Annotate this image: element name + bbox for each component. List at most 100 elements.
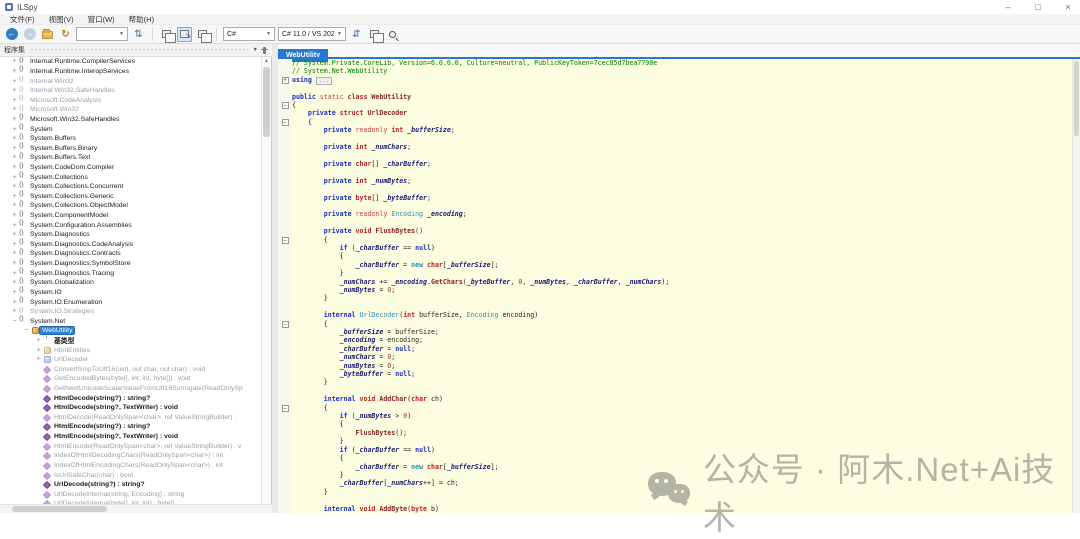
code-vertical-scrollbar[interactable] <box>1072 59 1080 513</box>
tree-item[interactable]: +System.Collections.ObjectModel <box>0 201 262 211</box>
tree-horizontal-scrollbar[interactable] <box>0 504 272 513</box>
scrollbar-thumb[interactable] <box>263 67 270 137</box>
menu-window[interactable]: 窗口(W) <box>81 14 122 25</box>
tree-expander-icon[interactable]: − <box>10 318 19 325</box>
tree-item[interactable]: UrlDecode(string?) : string? <box>0 480 262 490</box>
tree-item[interactable]: +HtmlEntities <box>0 345 262 355</box>
fold-marker-icon[interactable]: − <box>282 102 289 109</box>
tree-item[interactable]: IndexOfHtmlDecodingChars(ReadOnlySpan<ch… <box>0 451 262 461</box>
tree-expander-icon[interactable]: + <box>10 289 19 296</box>
fold-marker-icon[interactable]: − <box>282 405 289 412</box>
tree-item[interactable]: +Internal.Win32 <box>0 76 262 86</box>
fold-marker-icon[interactable]: + <box>282 77 289 84</box>
tree-expander-icon[interactable]: + <box>10 299 19 306</box>
tree-item[interactable]: UrlDecodeInternal(string, Encoding) : st… <box>0 489 262 499</box>
scrollbar-thumb[interactable] <box>1074 61 1079 136</box>
tree-item[interactable]: +System.Diagnostics.Tracing <box>0 268 262 278</box>
tree-expander-icon[interactable]: + <box>10 260 19 267</box>
tree-item[interactable]: IsUrlSafeChar(char) : bool <box>0 470 262 480</box>
tree-vertical-scrollbar[interactable]: ▲ <box>261 57 271 504</box>
tree-expander-icon[interactable]: + <box>10 97 19 104</box>
pin-icon[interactable] <box>263 47 266 54</box>
clone-view-button[interactable] <box>159 27 174 42</box>
tree-expander-icon[interactable]: + <box>10 126 19 133</box>
tree-item[interactable]: +System.IO.Strategies <box>0 307 262 317</box>
tree-item[interactable]: +System.Buffers.Binary <box>0 143 262 153</box>
tree-item[interactable]: +System.Diagnostics.CodeAnalysis <box>0 240 262 250</box>
tree-expander-icon[interactable]: + <box>10 183 19 190</box>
tree-item[interactable]: +System.Configuration.Assemblies <box>0 220 262 230</box>
tree-expander-icon[interactable]: + <box>10 279 19 286</box>
tree-item[interactable]: +UrlDecoder <box>0 355 262 365</box>
panel-menu-icon[interactable]: ▼ <box>253 47 258 53</box>
sort-members-button[interactable]: ⇵ <box>349 27 364 42</box>
sync-with-code-button[interactable]: ↘ <box>177 27 192 42</box>
tree-item[interactable]: HtmlDecode(string?, TextWriter) : void <box>0 403 262 413</box>
tree-expander-icon[interactable]: + <box>10 222 19 229</box>
tree-item[interactable]: HtmlDecode(ReadOnlySpan<char>, ref Value… <box>0 413 262 423</box>
windows-button[interactable] <box>367 27 382 42</box>
tree-expander-icon[interactable]: + <box>10 308 19 315</box>
tree-item[interactable]: −WebUtility <box>0 326 262 336</box>
tree-expander-icon[interactable]: + <box>10 58 19 65</box>
tree-item[interactable]: +System.Diagnostics.SymbolStore <box>0 259 262 269</box>
tree-item[interactable]: +System.Buffers <box>0 134 262 144</box>
tree-item[interactable]: +Microsoft.CodeAnalysis <box>0 95 262 105</box>
tree-item[interactable]: +Microsoft.Win32 <box>0 105 262 115</box>
tree-item[interactable]: −System.Net <box>0 316 262 326</box>
fold-marker-icon[interactable]: − <box>282 237 289 244</box>
code-editor[interactable]: // System.Private.CoreLib, Version=6.0.0… <box>278 59 1072 513</box>
tree-expander-icon[interactable]: + <box>10 135 19 142</box>
maximize-button[interactable]: □ <box>1032 0 1044 14</box>
tree-item[interactable]: +System.Buffers.Text <box>0 153 262 163</box>
tree-expander-icon[interactable]: + <box>10 106 19 113</box>
menu-file[interactable]: 文件(F) <box>3 14 42 25</box>
tree-item[interactable]: IndexOfHtmlEncodingChars(ReadOnlySpan<ch… <box>0 461 262 471</box>
search-button[interactable] <box>385 27 400 42</box>
tree-expander-icon[interactable]: + <box>34 337 43 344</box>
menu-help[interactable]: 帮助(H) <box>122 14 161 25</box>
tree-item[interactable]: +System.ComponentModel <box>0 211 262 221</box>
sort-assemblies-button[interactable]: ⇅ <box>131 27 146 42</box>
tree-item[interactable]: HtmlEncode(string?, TextWriter) : void <box>0 432 262 442</box>
tree-item[interactable]: ConvertSmpToUtf16(uint, out char, out ch… <box>0 365 262 375</box>
tree-expander-icon[interactable]: + <box>10 164 19 171</box>
tree-expander-icon[interactable]: + <box>10 270 19 277</box>
minimize-button[interactable]: – <box>1002 0 1014 14</box>
menu-view[interactable]: 视图(V) <box>42 14 81 25</box>
tree-item[interactable]: +Internal.Runtime.CompilerServices <box>0 57 262 67</box>
tree-item[interactable]: +Internal.Runtime.InteropServices <box>0 67 262 77</box>
tree-expander-icon[interactable]: + <box>10 231 19 238</box>
tree-item[interactable]: +System.Globalization <box>0 278 262 288</box>
tree-expander-icon[interactable]: + <box>10 68 19 75</box>
tree-item[interactable]: +System <box>0 124 262 134</box>
tree-expander-icon[interactable]: + <box>10 250 19 257</box>
tree-expander-icon[interactable]: + <box>10 78 19 85</box>
tree-expander-icon[interactable]: + <box>10 116 19 123</box>
fold-marker-icon[interactable]: − <box>282 321 289 328</box>
language-combobox[interactable]: C# ▼ <box>223 27 275 41</box>
tree-expander-icon[interactable]: + <box>10 87 19 94</box>
refresh-button[interactable]: ↻ <box>58 27 73 42</box>
assembly-list-combobox[interactable]: ▼ <box>76 27 128 41</box>
tree-item[interactable]: +System.IO <box>0 288 262 298</box>
scrollbar-thumb[interactable] <box>12 506 107 512</box>
close-button[interactable]: × <box>1062 0 1074 14</box>
forward-button[interactable]: → <box>22 27 37 42</box>
tree-item[interactable]: HtmlEncode(string?) : string? <box>0 422 262 432</box>
tree-item[interactable]: +System.IO.Enumeration <box>0 297 262 307</box>
tree-expander-icon[interactable]: + <box>10 154 19 161</box>
scroll-up-icon[interactable]: ▲ <box>262 57 271 65</box>
open-in-new-tab-button[interactable] <box>195 27 210 42</box>
fold-marker-icon[interactable]: − <box>282 119 289 126</box>
tree-item[interactable]: +System.Diagnostics.Contracts <box>0 249 262 259</box>
tree-item[interactable]: +System.Diagnostics <box>0 230 262 240</box>
tree-expander-icon[interactable]: − <box>22 327 31 334</box>
tree-item[interactable]: +System.Collections <box>0 172 262 182</box>
tree-item[interactable]: HtmlEncode(ReadOnlySpan<char>, ref Value… <box>0 441 262 451</box>
open-file-button[interactable] <box>40 27 55 42</box>
tree-expander-icon[interactable]: + <box>10 202 19 209</box>
tree-expander-icon[interactable]: + <box>10 193 19 200</box>
tree-expander-icon[interactable]: + <box>10 174 19 181</box>
tree-expander-icon[interactable]: + <box>34 356 43 363</box>
